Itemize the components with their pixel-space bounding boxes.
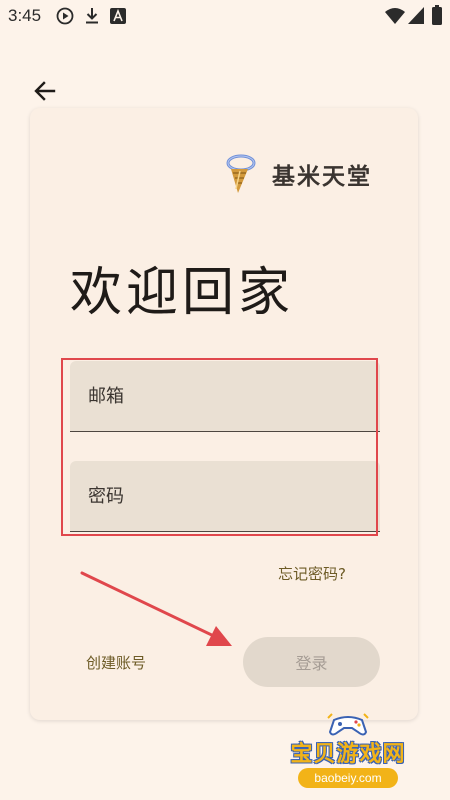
forgot-password-link[interactable]: 忘记密码?	[278, 563, 346, 584]
arrow-left-icon[interactable]	[32, 78, 58, 104]
ice-cream-logo-icon	[226, 154, 256, 193]
download-icon	[86, 8, 98, 24]
gamepad-icon	[327, 713, 369, 736]
email-field[interactable]	[70, 361, 380, 431]
page-title: 欢迎回家	[70, 263, 295, 323]
login-button[interactable]: 登录	[243, 637, 380, 687]
signal-icon	[408, 7, 424, 24]
brand: 基米天堂	[218, 152, 372, 196]
password-field[interactable]	[70, 461, 380, 531]
login-screen: 3:45 基米天堂 欢迎回家 邮箱 忘记密码? 创建账号 登录 宝贝游戏网 ba…	[0, 0, 450, 800]
status-time: 3:45	[8, 6, 42, 25]
watermark: 宝贝游戏网 baobeiy.com	[278, 712, 418, 792]
create-account-link[interactable]: 创建账号	[86, 652, 146, 673]
brand-name: 基米天堂	[272, 164, 372, 190]
media-play-icon	[56, 7, 74, 25]
text-a-icon	[110, 8, 126, 24]
watermark-url: baobeiy.com	[298, 768, 398, 788]
email-field-container	[70, 361, 380, 432]
wifi-icon	[385, 8, 405, 24]
password-field-container	[70, 461, 380, 532]
battery-icon	[432, 5, 442, 25]
watermark-title: 宝贝游戏网	[290, 742, 406, 767]
status-bar: 3:45	[0, 0, 450, 32]
